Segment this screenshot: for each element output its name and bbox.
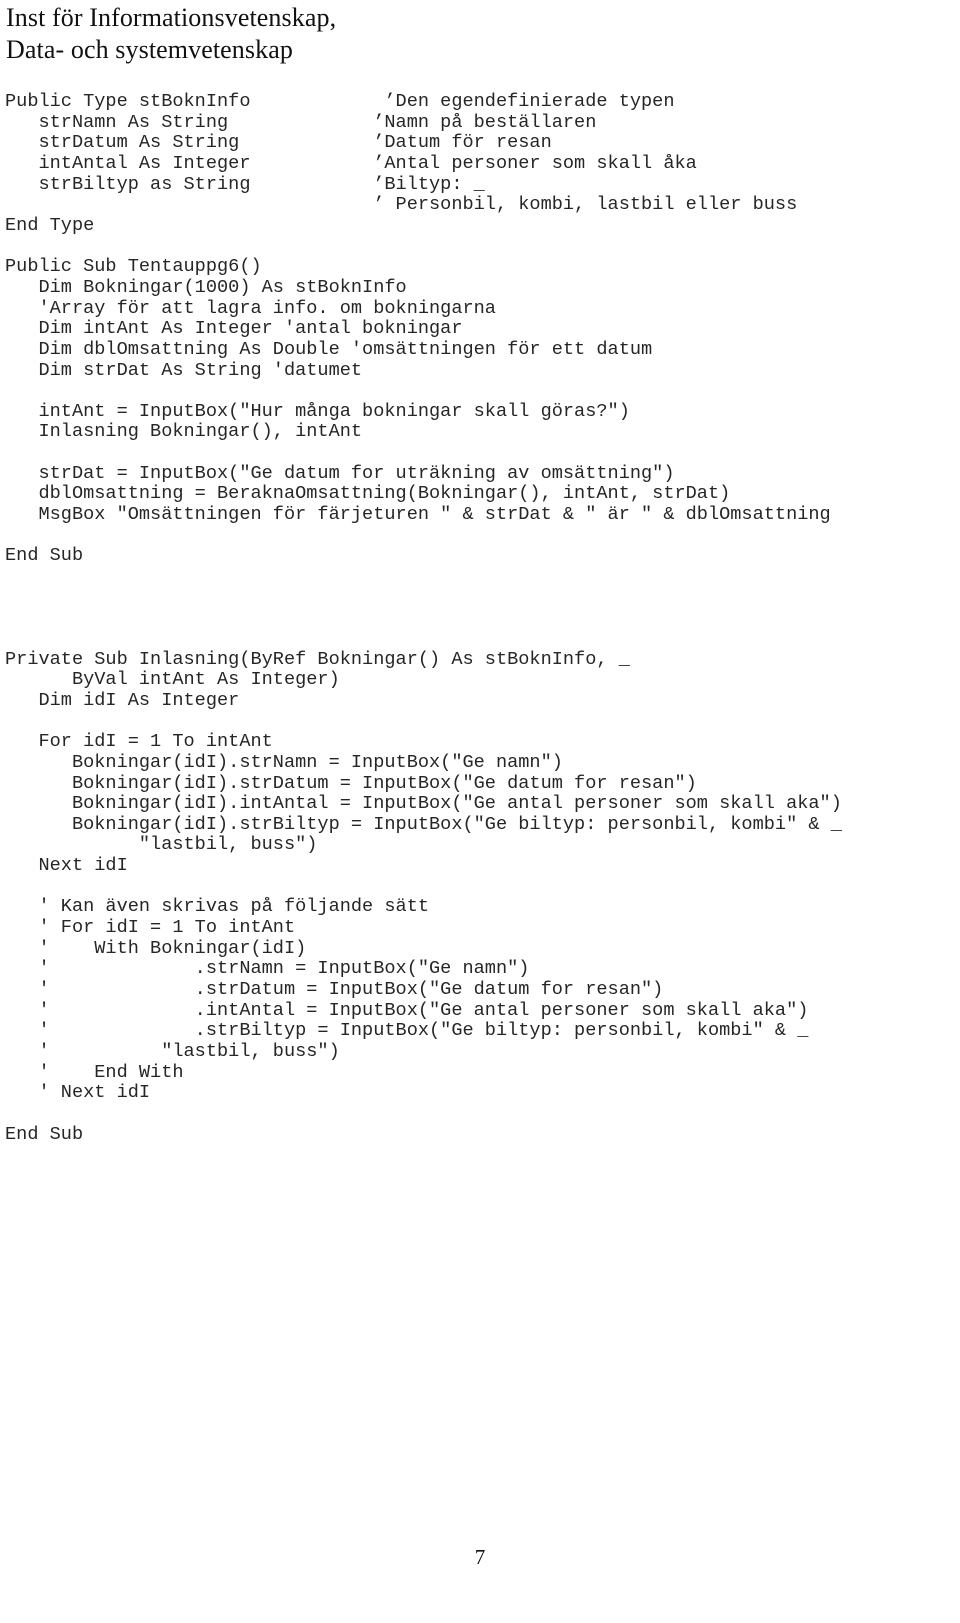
code-line: Next idI	[5, 855, 128, 877]
code-line: ’ Personbil, kombi, lastbil eller buss	[5, 194, 798, 216]
document-header: Inst för Informationsvetenskap, Data- oc…	[6, 2, 706, 66]
code-line: ' For idI = 1 To intAnt	[5, 917, 296, 939]
code-line: ' .intAntal = InputBox("Ge antal persone…	[5, 999, 809, 1021]
code-line: Bokningar(idI).strDatum = InputBox("Ge d…	[5, 772, 697, 794]
page-number: 7	[474, 1545, 486, 1569]
code-line: ' .strBiltyp = InputBox("Ge biltyp: pers…	[5, 1020, 809, 1042]
code-listing: Public Type stBoknInfo ’Den egendefinier…	[5, 91, 955, 1145]
code-line: For idI = 1 To intAnt	[5, 731, 273, 753]
code-line: Bokningar(idI).strNamn = InputBox("Ge na…	[5, 751, 563, 773]
code-line: strDat = InputBox("Ge datum for uträknin…	[5, 462, 675, 484]
code-line: MsgBox "Omsättningen för färjeturen " & …	[5, 504, 831, 526]
code-line: Inlasning Bokningar(), intAnt	[5, 421, 363, 443]
code-line: Bokningar(idI).intAntal = InputBox("Ge a…	[5, 793, 842, 815]
code-line: ' Kan även skrivas på följande sätt	[5, 896, 430, 918]
code-line: "lastbil, buss")	[5, 834, 318, 856]
code-line: ' .strDatum = InputBox("Ge datum for res…	[5, 979, 664, 1001]
header-line-2: Data- och systemvetenskap	[6, 34, 293, 64]
code-line: ' End With	[5, 1061, 184, 1083]
code-line: Dim idI As Integer	[5, 689, 240, 711]
code-line: ByVal intAnt As Integer)	[5, 669, 340, 691]
code-line: Dim intAnt As Integer 'antal bokningar	[5, 318, 463, 340]
code-line: intAntal As Integer ’Antal personer som …	[5, 152, 697, 174]
code-line: ' "lastbil, buss")	[5, 1041, 340, 1063]
code-line: Private Sub Inlasning(ByRef Bokningar() …	[5, 648, 630, 670]
code-line: strBiltyp as String ’Biltyp: _	[5, 173, 485, 195]
code-line: Public Sub Tentauppg6()	[5, 256, 262, 278]
code-line: Public Type stBoknInfo ’Den egendefinier…	[5, 91, 675, 112]
code-line: End Sub	[5, 545, 84, 567]
code-line: strDatum As String ’Datum för resan	[5, 132, 552, 154]
code-line: dblOmsattning = BeraknaOmsattning(Boknin…	[5, 483, 731, 505]
code-line: ' With Bokningar(idI)	[5, 937, 307, 959]
code-line: intAnt = InputBox("Hur många bokningar s…	[5, 400, 630, 422]
code-line: 'Array för att lagra info. om bokningarn…	[5, 297, 496, 319]
code-line: Bokningar(idI).strBiltyp = InputBox("Ge …	[5, 813, 842, 835]
code-line: strNamn As String ’Namn på beställaren	[5, 111, 597, 133]
code-line: ' .strNamn = InputBox("Ge namn")	[5, 958, 530, 980]
code-line: ' Next idI	[5, 1082, 151, 1104]
code-line: Dim Bokningar(1000) As stBoknInfo	[5, 276, 407, 298]
header-line-1: Inst för Informationsvetenskap,	[6, 3, 337, 32]
document-page: Inst för Informationsvetenskap, Data- oc…	[0, 0, 960, 1623]
code-line: End Sub	[5, 1123, 84, 1145]
code-line: End Type	[5, 214, 95, 236]
code-line: Dim dblOmsattning As Double 'omsättninge…	[5, 338, 653, 360]
code-line: Dim strDat As String 'datumet	[5, 359, 363, 381]
